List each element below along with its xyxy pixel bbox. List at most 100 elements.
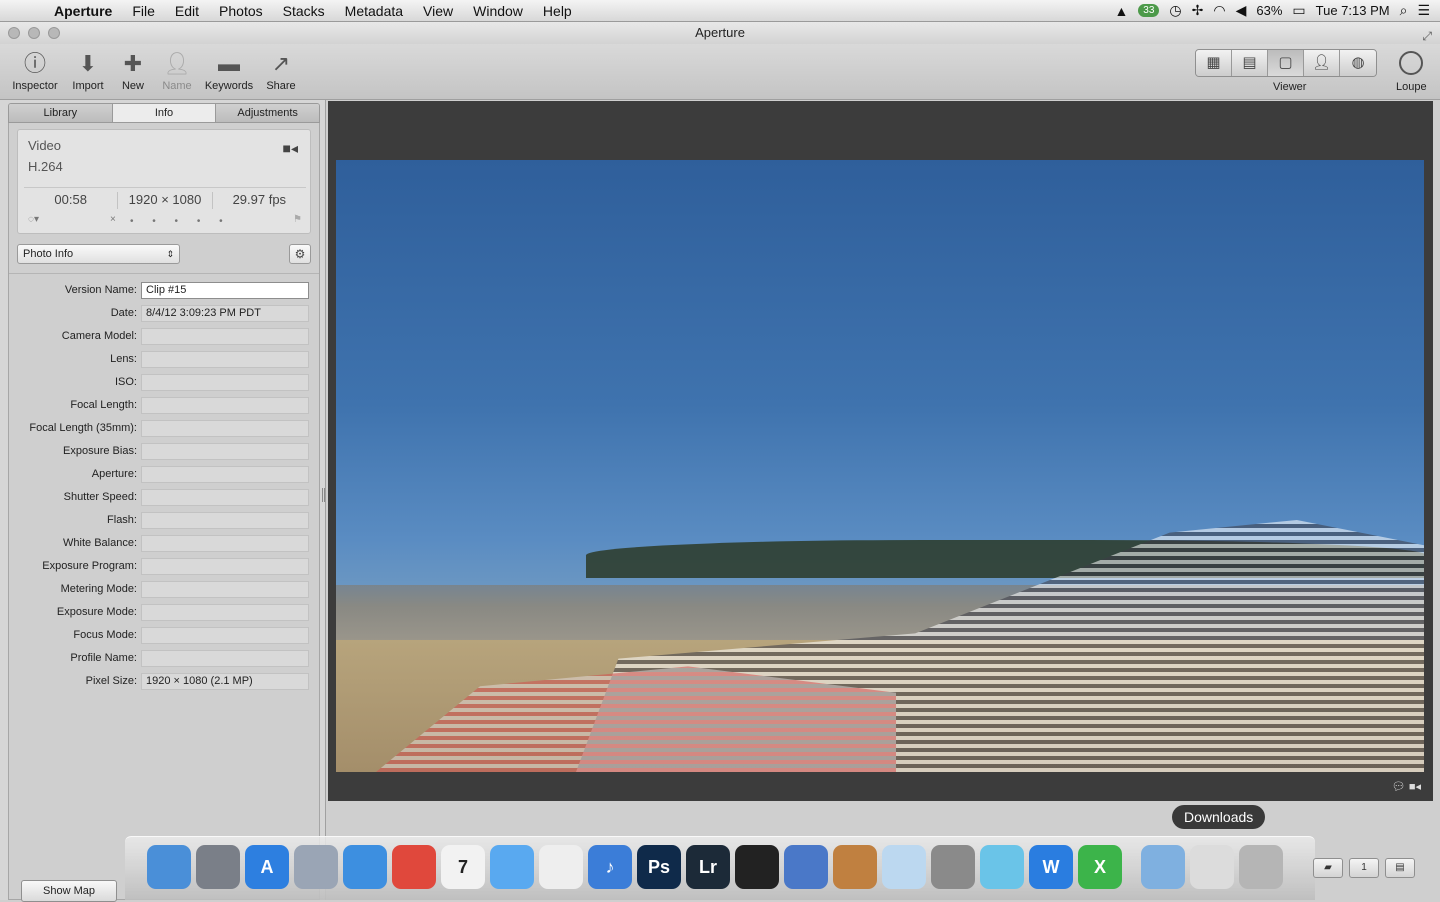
dock-safari-icon[interactable] [343, 845, 387, 889]
menu-clock[interactable]: Tue 7:13 PM [1316, 3, 1390, 18]
dock-image-capture-icon[interactable] [833, 845, 877, 889]
viewer-label: Viewer [1273, 81, 1307, 93]
iso-field[interactable] [141, 374, 309, 391]
focal-length-field[interactable] [141, 397, 309, 414]
zoom-icon[interactable] [48, 27, 60, 39]
exposure-bias-field[interactable] [141, 443, 309, 460]
gear-icon[interactable]: ⚙ [289, 244, 311, 264]
menu-view[interactable]: View [413, 3, 463, 19]
hud-icon[interactable]: ▰ [1313, 858, 1343, 878]
field-row: Focal Length (35mm): [9, 419, 319, 442]
keywords-button[interactable]: ▬ Keywords [202, 48, 256, 92]
panel-resize-handle[interactable] [322, 488, 325, 502]
battery-percent[interactable]: 63% [1256, 3, 1282, 18]
dock-app-store-icon[interactable]: A [245, 845, 289, 889]
tab-adjustments[interactable]: Adjustments [216, 104, 319, 122]
field-label: Metering Mode: [60, 583, 137, 595]
color-label-icon[interactable]: ◌▾ [28, 214, 39, 225]
volume-icon[interactable]: ◀ [1236, 2, 1247, 19]
places-view-icon[interactable]: ◍ [1340, 50, 1376, 76]
close-icon[interactable] [8, 27, 20, 39]
split-view-icon[interactable]: ▤ [1232, 50, 1268, 76]
tab-info[interactable]: Info [112, 104, 217, 122]
dock-itunes-icon[interactable]: ♪ [588, 845, 632, 889]
date-field[interactable]: 8/4/12 3:09:23 PM PDT [141, 305, 309, 322]
comment-icon[interactable]: 💬︎ [1392, 781, 1406, 793]
dock-chrome-icon[interactable] [392, 845, 436, 889]
dock-system-preferences-icon[interactable] [931, 845, 975, 889]
dock-downloads-stack-icon[interactable] [1190, 845, 1234, 889]
name-button[interactable]: 👤︎ Name [158, 48, 196, 92]
menu-app-name[interactable]: Aperture [54, 3, 122, 19]
dock-photoshop-icon[interactable]: Ps [637, 845, 681, 889]
rating-stars[interactable]: • • • • • [130, 216, 231, 227]
menu-help[interactable]: Help [533, 3, 582, 19]
camera-model-field[interactable] [141, 328, 309, 345]
spotlight-icon[interactable]: ⌕ [1400, 2, 1408, 19]
profile-name-field[interactable] [141, 650, 309, 667]
dock-lightroom-icon[interactable]: Lr [686, 845, 730, 889]
inspector-button[interactable]: ⓘ Inspector [8, 48, 62, 92]
shutter-speed-field[interactable] [141, 489, 309, 506]
tab-library[interactable]: Library [9, 104, 113, 122]
viewer-only-icon[interactable]: ▢ [1268, 50, 1304, 76]
metadata-view-popup[interactable]: Photo Info ⇕ [17, 244, 180, 264]
dock-word-icon[interactable]: W [1029, 845, 1073, 889]
menu-file[interactable]: File [122, 3, 165, 19]
dock-excel-icon[interactable]: X [1078, 845, 1122, 889]
filmstrip-icon[interactable]: ▤ [1385, 858, 1415, 878]
faces-view-icon[interactable]: 👤︎ [1304, 50, 1340, 76]
battery-icon[interactable]: ▭ [1292, 2, 1305, 19]
metering-mode-field[interactable] [141, 581, 309, 598]
aperture-field[interactable] [141, 466, 309, 483]
menu-stacks[interactable]: Stacks [273, 3, 335, 19]
dock-cleaner-icon[interactable] [980, 845, 1024, 889]
dock-aperture-icon[interactable] [735, 845, 779, 889]
show-map-button[interactable]: Show Map [21, 880, 117, 902]
single-view-icon[interactable]: 1 [1349, 858, 1379, 878]
flash-field[interactable] [141, 512, 309, 529]
menu-window[interactable]: Window [463, 3, 533, 19]
focal-length-35mm-field[interactable] [141, 420, 309, 437]
time-machine-icon[interactable]: ◷ [1169, 2, 1181, 19]
dock-preview-icon[interactable] [294, 845, 338, 889]
new-button[interactable]: ✚ New [116, 48, 150, 92]
notification-center-icon[interactable]: ☰ [1417, 2, 1430, 19]
dock-finder-icon[interactable] [147, 845, 191, 889]
share-button[interactable]: ↗ Share [262, 48, 300, 92]
inspector-tabs: Library Info Adjustments [8, 103, 320, 123]
exposure-mode-field[interactable] [141, 604, 309, 621]
google-drive-icon[interactable]: ▲ [1114, 3, 1128, 19]
dock-applications-folder-icon[interactable] [1141, 845, 1185, 889]
import-label: Import [72, 80, 104, 92]
dock-trash-icon[interactable] [1239, 845, 1283, 889]
pixel-size-field[interactable]: 1920 × 1080 (2.1 MP) [141, 673, 309, 690]
bluetooth-icon[interactable]: ✢ [1192, 2, 1204, 19]
menu-photos[interactable]: Photos [209, 3, 273, 19]
video-frame[interactable] [336, 160, 1424, 772]
flag-icon[interactable]: ⚑ [293, 214, 302, 225]
menu-edit[interactable]: Edit [165, 3, 209, 19]
lens-field[interactable] [141, 351, 309, 368]
field-label: Exposure Bias: [63, 445, 137, 457]
focus-mode-field[interactable] [141, 627, 309, 644]
wifi-icon[interactable]: ◠ [1213, 2, 1225, 19]
reject-button[interactable]: × [110, 214, 116, 225]
dock-reminders-icon[interactable] [539, 845, 583, 889]
exposure-program-field[interactable] [141, 558, 309, 575]
dock-xcode-icon[interactable] [784, 845, 828, 889]
browser-view-icon[interactable]: ▦ [1196, 50, 1232, 76]
dock-sketch-icon[interactable] [882, 845, 926, 889]
import-button[interactable]: ⬇ Import [66, 48, 110, 92]
dock-launchpad-icon[interactable] [196, 845, 240, 889]
dock-messages-icon[interactable] [490, 845, 534, 889]
minimize-icon[interactable] [28, 27, 40, 39]
dock-calendar-icon[interactable]: 7 [441, 845, 485, 889]
field-row: White Balance: [9, 534, 319, 557]
menu-metadata[interactable]: Metadata [335, 3, 413, 19]
version-name-field[interactable]: Clip #15 [141, 282, 309, 299]
loupe-button[interactable]: Loupe [1396, 49, 1427, 93]
field-row: Exposure Bias: [9, 442, 319, 465]
white-balance-field[interactable] [141, 535, 309, 552]
evernote-badge[interactable]: 33 [1138, 4, 1160, 17]
